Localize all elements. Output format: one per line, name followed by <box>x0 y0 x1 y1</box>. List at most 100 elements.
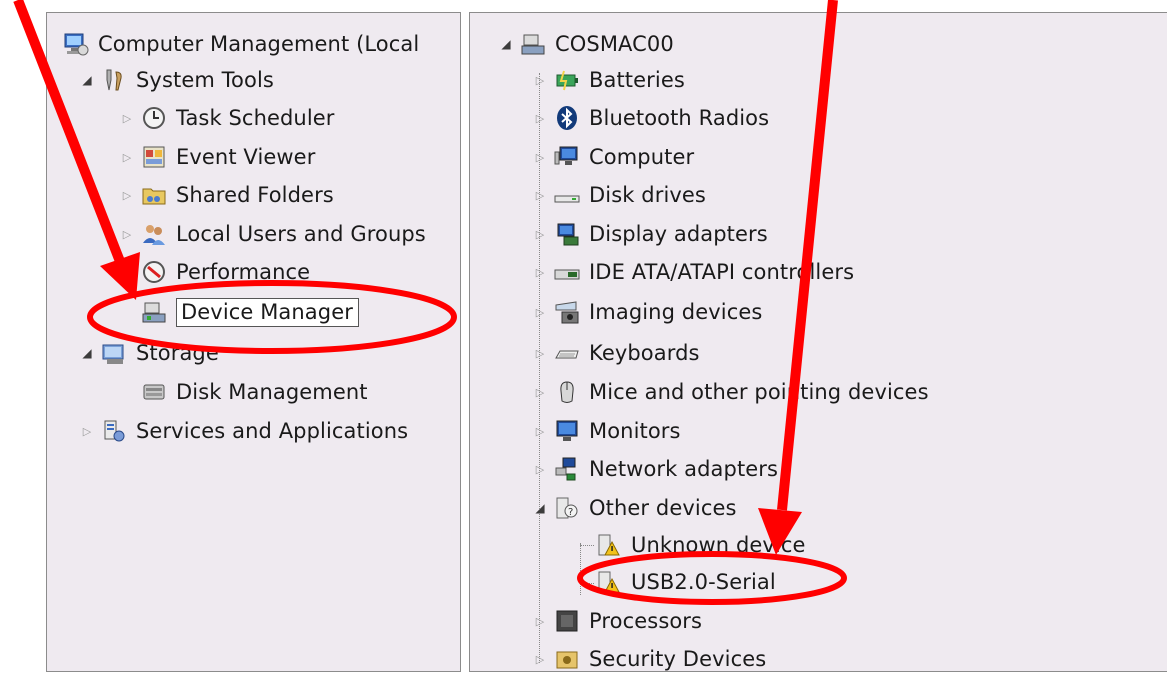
device-category-label: Imaging devices <box>589 300 763 324</box>
tools-icon <box>101 67 127 93</box>
tree-item-performance[interactable]: ▷ Performance <box>119 254 310 290</box>
device-category-monitors[interactable]: ▷ Monitors <box>532 413 681 449</box>
event-viewer-icon <box>141 144 167 170</box>
device-item-label: USB2.0-Serial <box>631 570 776 594</box>
expand-arrow-icon[interactable]: ▷ <box>119 264 135 280</box>
expand-arrow-icon[interactable]: ▷ <box>532 651 548 667</box>
computer-management-icon <box>63 31 89 57</box>
device-item-unknown[interactable]: Unknown device <box>596 527 806 563</box>
battery-icon <box>554 67 580 93</box>
network-adapter-icon <box>554 456 580 482</box>
clock-icon <box>141 105 167 131</box>
tree-item-label: Task Scheduler <box>176 106 335 130</box>
expand-arrow-icon[interactable]: ▷ <box>119 226 135 242</box>
device-tree-pane[interactable]: ◢ COSMAC00 ▷ Batteries ▷ Bluetooth Radio… <box>469 12 1167 672</box>
expand-arrow-icon[interactable]: ▷ <box>532 613 548 629</box>
tree-item-label: Local Users and Groups <box>176 222 426 246</box>
expand-arrow-icon[interactable]: ▷ <box>532 384 548 400</box>
device-category-computer[interactable]: ▷ Computer <box>532 139 694 175</box>
keyboard-icon <box>554 340 580 366</box>
device-category-mice[interactable]: ▷ Mice and other pointing devices <box>532 374 929 410</box>
tree-item-device-manager[interactable]: Device Manager <box>141 294 359 330</box>
device-category-label: Keyboards <box>589 341 700 365</box>
device-category-display-adapters[interactable]: ▷ Display adapters <box>532 216 768 252</box>
expand-arrow-icon[interactable]: ▷ <box>532 304 548 320</box>
expand-arrow-icon[interactable]: ▷ <box>79 423 95 439</box>
tree-item-task-scheduler[interactable]: ▷ Task Scheduler <box>119 100 335 136</box>
device-category-keyboards[interactable]: ▷ Keyboards <box>532 335 700 371</box>
tree-item-services-applications[interactable]: ▷ Services and Applications <box>79 413 408 449</box>
tree-item-label: Computer Management (Local <box>98 32 420 56</box>
tree-item-shared-folders[interactable]: ▷ Shared Folders <box>119 177 334 213</box>
device-category-batteries[interactable]: ▷ Batteries <box>532 62 685 98</box>
expand-arrow-icon[interactable]: ▷ <box>119 110 135 126</box>
monitor-icon <box>554 418 580 444</box>
expand-arrow-icon[interactable]: ▷ <box>532 423 548 439</box>
device-category-label: Computer <box>589 145 695 169</box>
tree-item-label: Storage <box>136 341 219 365</box>
device-item-label: Unknown device <box>631 533 806 557</box>
shared-folder-icon <box>141 182 167 208</box>
tree-item-local-users-groups[interactable]: ▷ Local Users and Groups <box>119 216 426 252</box>
tree-item-label: Event Viewer <box>176 145 316 169</box>
tree-item-label: Shared Folders <box>176 183 334 207</box>
security-device-icon <box>554 646 580 672</box>
performance-icon <box>141 259 167 285</box>
camera-icon <box>554 299 580 325</box>
collapse-arrow-icon[interactable]: ◢ <box>532 500 548 516</box>
expand-arrow-icon[interactable]: ▷ <box>119 187 135 203</box>
device-category-bluetooth[interactable]: ▷ Bluetooth Radios <box>532 100 769 136</box>
device-category-label: Display adapters <box>589 222 768 246</box>
device-item-usb-serial[interactable]: USB2.0-Serial <box>596 564 776 600</box>
device-category-processors[interactable]: ▷ Processors <box>532 603 702 639</box>
tree-item-system-tools[interactable]: ◢ System Tools <box>79 62 274 98</box>
device-category-label: Batteries <box>589 68 685 92</box>
tree-item-computer-root[interactable]: ◢ COSMAC00 <box>498 26 674 62</box>
expand-arrow-icon[interactable]: ▷ <box>532 461 548 477</box>
mouse-icon <box>554 379 580 405</box>
device-category-network[interactable]: ▷ Network adapters <box>532 451 778 487</box>
bluetooth-icon <box>554 105 580 131</box>
expand-arrow-icon[interactable]: ▷ <box>532 345 548 361</box>
collapse-arrow-icon[interactable]: ◢ <box>79 345 95 361</box>
navigation-tree-pane[interactable]: Computer Management (Local ◢ System Tool… <box>46 12 461 672</box>
device-category-other[interactable]: ◢ ? Other devices <box>532 490 737 526</box>
expand-arrow-icon[interactable]: ▷ <box>532 72 548 88</box>
tree-item-label: Services and Applications <box>136 419 409 443</box>
device-category-ide-ata[interactable]: ▷ IDE ATA/ATAPI controllers <box>532 254 854 290</box>
tree-item-computer-management[interactable]: Computer Management (Local <box>63 26 419 62</box>
device-category-label: Processors <box>589 609 703 633</box>
tree-item-disk-management[interactable]: Disk Management <box>141 374 368 410</box>
disk-drive-icon <box>554 182 580 208</box>
device-category-disk-drives[interactable]: ▷ Disk drives <box>532 177 706 213</box>
svg-text:?: ? <box>568 507 573 518</box>
collapse-arrow-icon[interactable]: ◢ <box>498 36 514 52</box>
tree-item-label: COSMAC00 <box>555 32 674 56</box>
device-category-imaging[interactable]: ▷ Imaging devices <box>532 294 763 330</box>
expand-arrow-icon[interactable]: ▷ <box>532 149 548 165</box>
tree-item-event-viewer[interactable]: ▷ Event Viewer <box>119 139 316 175</box>
unknown-device-icon: ? <box>554 495 580 521</box>
tree-connector-line <box>580 543 581 595</box>
expand-arrow-icon[interactable]: ▷ <box>532 264 548 280</box>
computer-icon <box>520 31 546 57</box>
warning-device-icon <box>596 532 622 558</box>
expand-arrow-icon[interactable]: ▷ <box>119 149 135 165</box>
tree-connector-line <box>580 545 594 546</box>
storage-icon <box>101 340 127 366</box>
device-category-label: Network adapters <box>589 457 779 481</box>
tree-item-label: System Tools <box>136 68 274 92</box>
device-category-label: Security Devices <box>589 647 767 671</box>
expand-arrow-icon[interactable]: ▷ <box>532 110 548 126</box>
device-manager-icon <box>141 299 167 325</box>
expand-arrow-icon[interactable]: ▷ <box>532 226 548 242</box>
tree-item-storage[interactable]: ◢ Storage <box>79 335 219 371</box>
collapse-arrow-icon[interactable]: ◢ <box>79 72 95 88</box>
tree-connector-line <box>580 583 594 584</box>
monitor-icon <box>554 144 580 170</box>
services-icon <box>101 418 127 444</box>
device-category-label: IDE ATA/ATAPI controllers <box>589 260 855 284</box>
expand-arrow-icon[interactable]: ▷ <box>532 187 548 203</box>
device-category-security[interactable]: ▷ Security Devices <box>532 641 766 677</box>
disk-management-icon <box>141 379 167 405</box>
